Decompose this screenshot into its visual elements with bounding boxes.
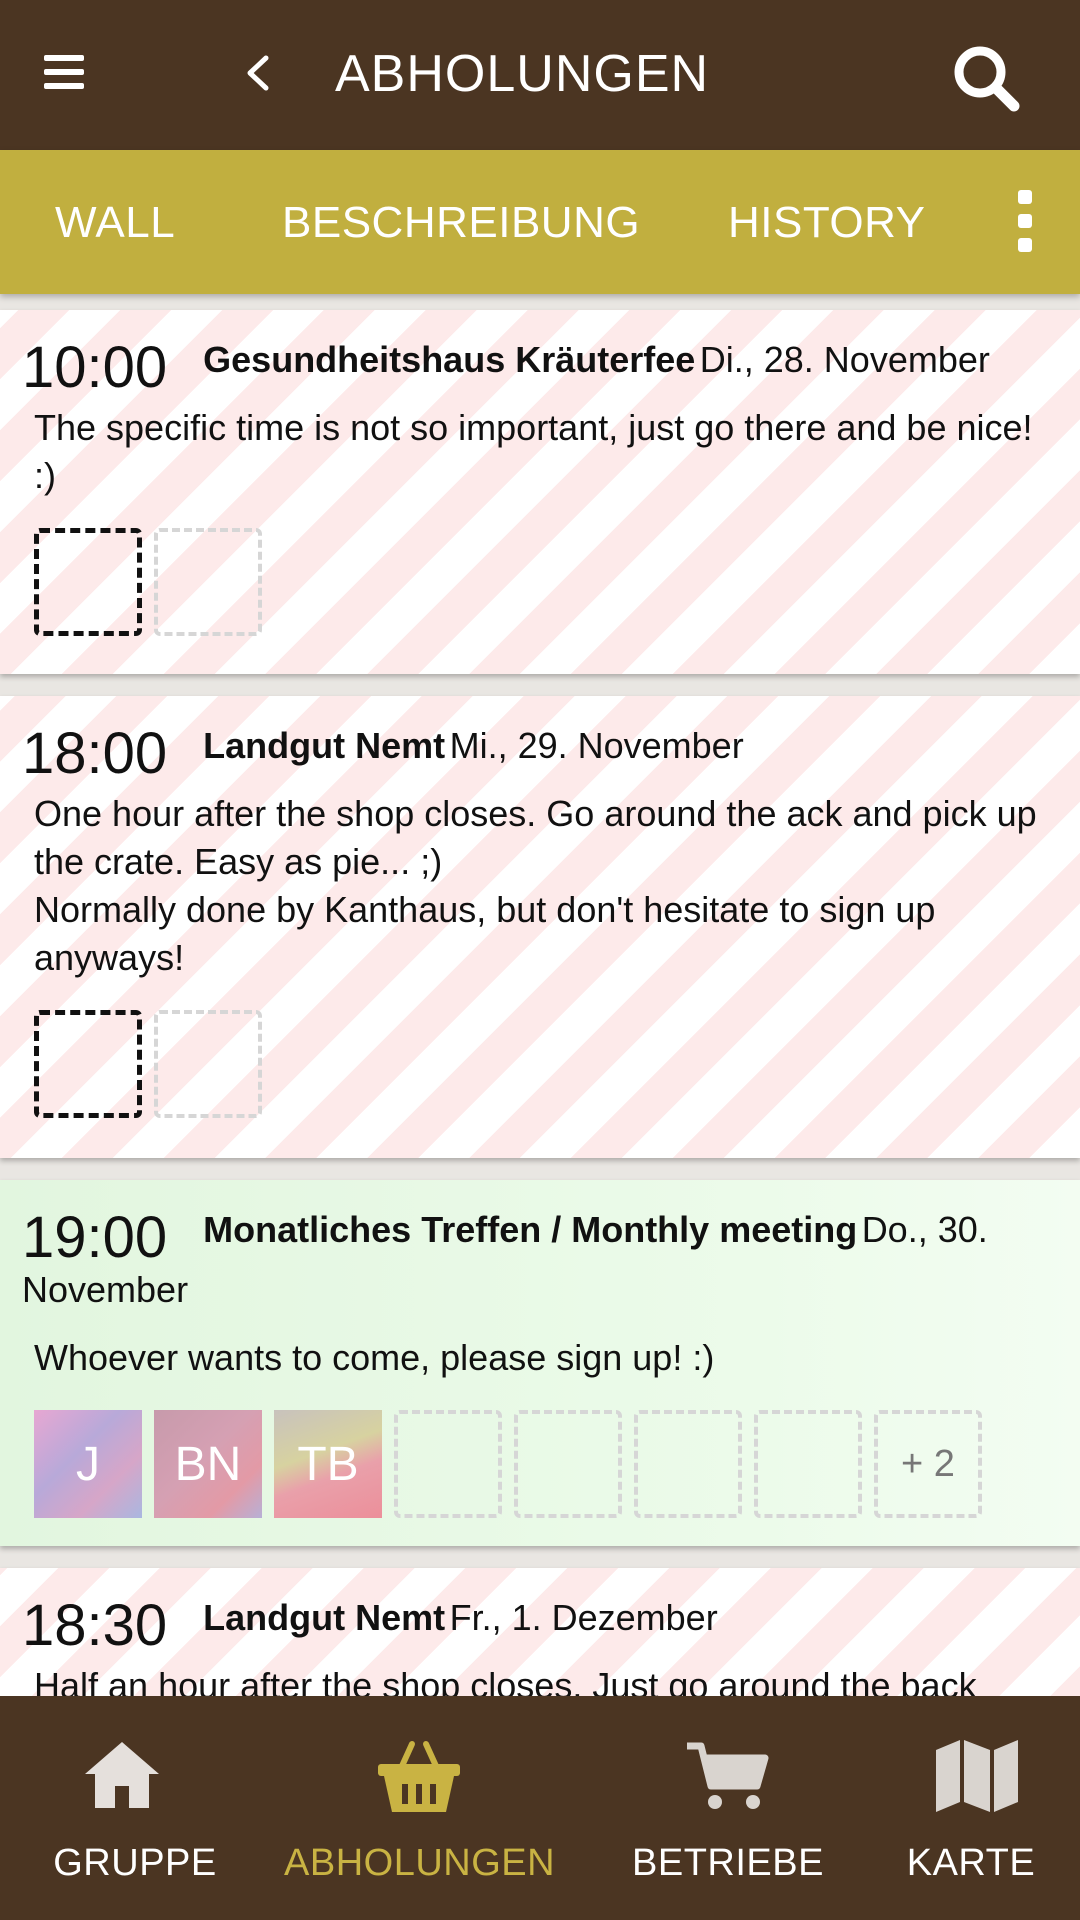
tab-bar: WALL BESCHREIBUNG HISTORY (0, 150, 1080, 294)
pickup-time: 18:30 (22, 1592, 168, 1658)
cart-icon (687, 1742, 769, 1809)
pickup-description: Whoever wants to come, please sign up! :… (34, 1337, 715, 1378)
pickup-description: One hour after the shop closes. Go aroun… (34, 790, 1046, 982)
pickup-description: Half an hour after the shop closes. Just… (34, 1665, 977, 1696)
vertical-dots-icon[interactable] (1010, 190, 1040, 260)
pickup-time: 19:00 (22, 1204, 168, 1270)
pickup-time: 18:00 (22, 720, 168, 786)
pickup-date: Di., 28. November (699, 339, 990, 380)
avatar-initials: BN (174, 1437, 242, 1491)
nav-karte[interactable]: KARTE (836, 1696, 1080, 1920)
empty-slot (394, 1410, 502, 1518)
description-line: One hour after the shop closes. Go aroun… (34, 793, 1037, 882)
nav-betriebe[interactable]: BETRIEBE (593, 1696, 863, 1920)
pickup-card: 18:30 Landgut Nemt Fr., 1. Dezember Half … (0, 1568, 1080, 1696)
basket-icon (378, 1741, 460, 1812)
pickup-place[interactable]: Gesundheitshaus Kräuterfee (203, 339, 695, 380)
nav-label: KARTE (906, 1842, 1036, 1884)
empty-slot (634, 1410, 742, 1518)
pickup-header: 19:00 Monatliches Treffen / Monthly meeti… (22, 1204, 1058, 1324)
empty-slot (154, 528, 262, 636)
pickup-date: Mi., 29. November (449, 725, 744, 766)
nav-label: GRUPPE (53, 1842, 217, 1884)
chevron-left-icon[interactable] (238, 48, 278, 98)
home-icon (85, 1742, 159, 1808)
avatar[interactable]: TB (274, 1410, 382, 1518)
pickup-header: 18:00 Landgut Nemt Mi., 29. November (22, 720, 1058, 782)
avatar-initials: TB (297, 1437, 359, 1491)
nav-label: BETRIEBE (632, 1842, 824, 1884)
join-slot[interactable] (34, 1010, 142, 1118)
pickup-slots (34, 528, 1058, 638)
pickup-list[interactable]: 10:00 Gesundheitshaus Kräuterfee Di., 28.… (0, 294, 1080, 1696)
tab-beschreibung[interactable]: BESCHREIBUNG (282, 198, 640, 248)
pickup-slots (34, 1010, 1058, 1120)
pickup-time: 10:00 (22, 334, 168, 400)
tab-history[interactable]: HISTORY (728, 198, 925, 248)
pickup-card: 19:00 Monatliches Treffen / Monthly meeti… (0, 1180, 1080, 1546)
map-icon (936, 1740, 1018, 1812)
pickup-date: Fr., 1. Dezember (449, 1597, 718, 1638)
avatar[interactable]: BN (154, 1410, 262, 1518)
hamburger-menu-icon[interactable] (44, 55, 84, 91)
description-line: Normally done by Kanthaus, but don't hes… (34, 889, 936, 978)
nav-abholungen[interactable]: ABHOLUNGEN (284, 1696, 556, 1920)
pickup-card: 18:00 Landgut Nemt Mi., 29. November One … (0, 696, 1080, 1158)
avatar[interactable]: J (34, 1410, 142, 1518)
pickup-card: 10:00 Gesundheitshaus Kräuterfee Di., 28.… (0, 310, 1080, 674)
pickup-slots: J BN TB + 2 (34, 1410, 1058, 1520)
page-title: ABHOLUNGEN (335, 45, 710, 103)
empty-slot (754, 1410, 862, 1518)
pickup-place[interactable]: Landgut Nemt (203, 725, 445, 766)
nav-label: ABHOLUNGEN (284, 1842, 556, 1884)
app-bar: ABHOLUNGEN (0, 0, 1080, 150)
empty-slot (154, 1010, 262, 1118)
more-participants-badge[interactable]: + 2 (874, 1410, 982, 1518)
join-slot[interactable] (34, 528, 142, 636)
search-icon[interactable] (950, 42, 1022, 114)
pickup-place[interactable]: Monatliches Treffen / Monthly meeting (203, 1209, 857, 1250)
pickup-place[interactable]: Landgut Nemt (203, 1597, 445, 1638)
pickup-header: 18:30 Landgut Nemt Fr., 1. Dezember (22, 1592, 1058, 1654)
pickup-header: 10:00 Gesundheitshaus Kräuterfee Di., 28.… (22, 334, 1058, 396)
avatar-initials: J (76, 1437, 100, 1491)
pickup-description: The specific time is not so important, j… (34, 407, 1033, 496)
tab-wall[interactable]: WALL (55, 198, 175, 248)
empty-slot (514, 1410, 622, 1518)
nav-gruppe[interactable]: GRUPPE (0, 1696, 270, 1920)
bottom-navigation: GRUPPE ABHOLUNGEN BETRIEBE KARTE (0, 1696, 1080, 1920)
